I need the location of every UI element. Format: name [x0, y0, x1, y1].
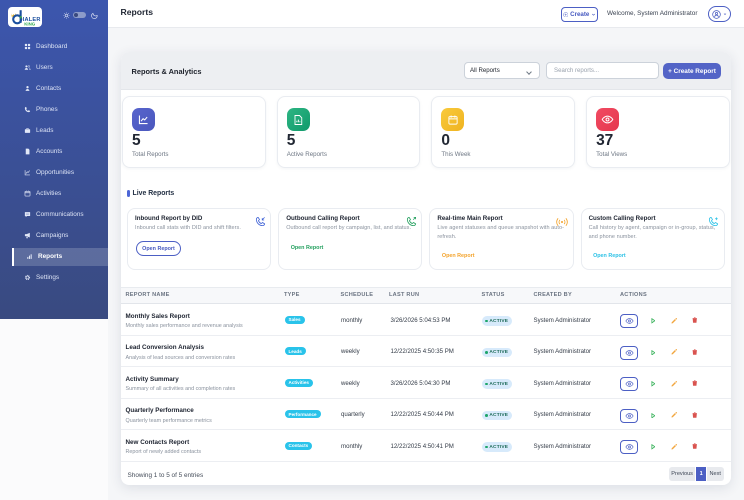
svg-text:KING: KING	[24, 22, 36, 27]
